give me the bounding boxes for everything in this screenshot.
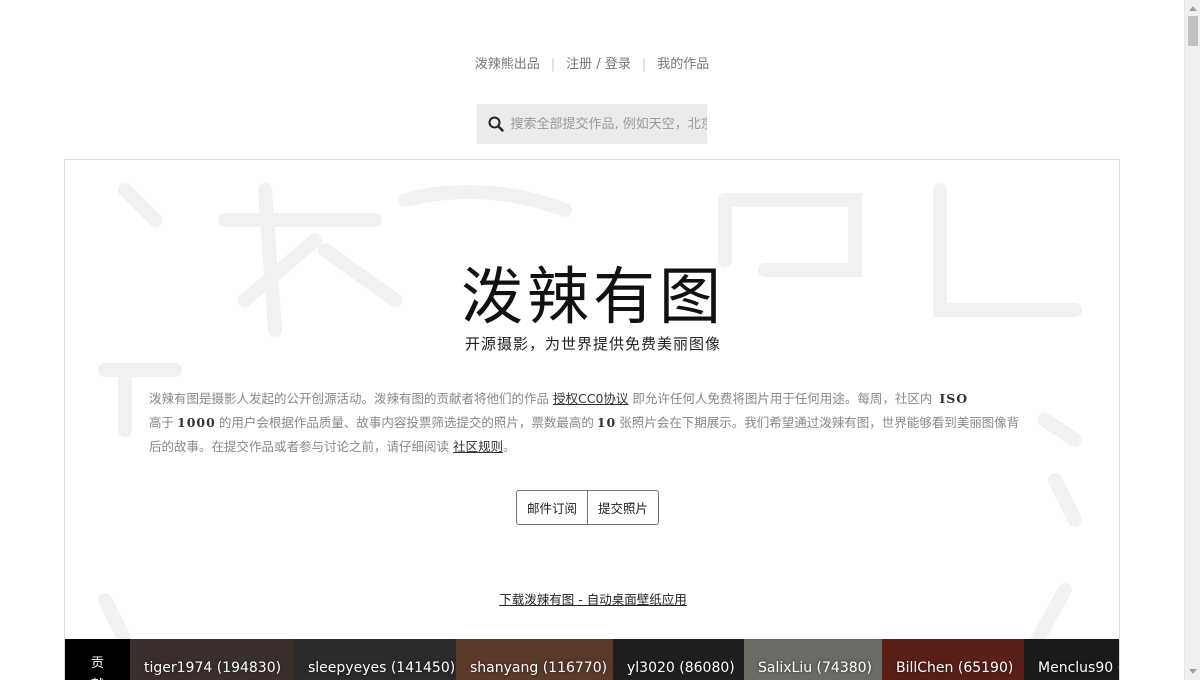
download-section: 下载泼辣有图 - 自动桌面壁纸应用 xyxy=(65,589,1119,608)
description-paragraph: 泼辣有图是摄影人发起的公开创源活动。泼辣有图的贡献者将他们的作品 授权CC0协议… xyxy=(149,387,1029,459)
contributor-name: shanyang (116770) xyxy=(470,660,608,676)
nav-link-login[interactable]: 注册 / 登录 xyxy=(566,57,631,72)
contributor-name: sleepyeyes (141450) xyxy=(308,660,456,676)
contributor-name: tiger1974 (194830) xyxy=(144,660,282,676)
contributor-item[interactable]: SalixLiu (74380) xyxy=(744,639,882,680)
page-scrollbar[interactable] xyxy=(1184,0,1200,680)
email-subscribe-button[interactable]: 邮件订阅 xyxy=(516,490,589,525)
contributor-name: BillChen (65190) xyxy=(896,660,1014,676)
nav-separator: | xyxy=(641,57,647,72)
description-text: 的用户会根据作品质量、故事内容投票筛选提交的照片，票数最高的 xyxy=(218,415,594,430)
nav-separator: | xyxy=(550,57,556,72)
license-link[interactable]: 授权CC0协议 xyxy=(553,391,628,406)
description-text: 泼辣有图是摄影人发起的公开创源活动。泼辣有图的贡献者将他们的作品 xyxy=(149,391,550,406)
page-title: 泼辣有图 xyxy=(460,260,725,333)
contributor-item[interactable]: BillChen (65190) xyxy=(882,639,1024,680)
scrollbar-thumb[interactable] xyxy=(1188,16,1198,46)
contributor-item[interactable]: yl3020 (86080) xyxy=(613,639,744,680)
scroll-up-arrow-icon[interactable] xyxy=(1185,0,1200,16)
search-icon[interactable] xyxy=(481,104,510,144)
nav-link-my-works[interactable]: 我的作品 xyxy=(657,57,709,72)
contributors-label-char: 献 xyxy=(91,675,104,680)
contributor-item[interactable]: Menclus90 ( xyxy=(1024,639,1120,680)
contributors-label: 贡 献 xyxy=(65,639,130,680)
description-text: 高于 xyxy=(149,415,175,430)
nav-link-brand[interactable]: 泼辣熊出品 xyxy=(475,57,540,72)
search-input[interactable] xyxy=(510,116,707,132)
contributor-item[interactable]: sleepyeyes (141450) xyxy=(294,639,456,680)
submit-photo-button[interactable]: 提交照片 xyxy=(588,490,660,525)
search-box xyxy=(477,104,707,144)
contributor-item[interactable]: shanyang (116770) xyxy=(456,639,613,680)
contributor-item[interactable]: tiger1974 (194830) xyxy=(130,639,294,680)
contributors-strip: 贡 献 tiger1974 (194830) sleepyeyes (14145… xyxy=(65,639,1120,680)
contributor-name: Menclus90 ( xyxy=(1038,660,1120,676)
description-text: 。 xyxy=(503,439,516,454)
page-subtitle: 开源摄影，为世界提供免费美丽图像 xyxy=(464,335,721,353)
iso-label: ISO xyxy=(939,391,969,406)
iso-value: 1000 xyxy=(177,415,216,430)
contributor-name: yl3020 (86080) xyxy=(627,660,735,676)
scroll-down-arrow-icon[interactable] xyxy=(1185,664,1200,680)
download-app-link[interactable]: 下载泼辣有图 - 自动桌面壁纸应用 xyxy=(499,592,686,607)
community-rules-link[interactable]: 社区规则 xyxy=(453,439,503,454)
contributors-label-char: 贡 xyxy=(90,656,104,671)
top-nav: 泼辣熊出品 | 注册 / 登录 | 我的作品 xyxy=(0,53,1184,72)
hero-card: 泼辣有图 开源摄影，为世界提供免费美丽图像 泼辣有图是摄影人发起的公开创源活动。… xyxy=(64,159,1120,680)
top-count: 10 xyxy=(596,415,617,430)
description-text: 即允许任何人免费将图片用于任何用途。每周，社区内 xyxy=(632,391,933,406)
contributor-name: SalixLiu (74380) xyxy=(758,660,873,676)
action-buttons: 邮件订阅 提交照片 xyxy=(516,490,660,525)
